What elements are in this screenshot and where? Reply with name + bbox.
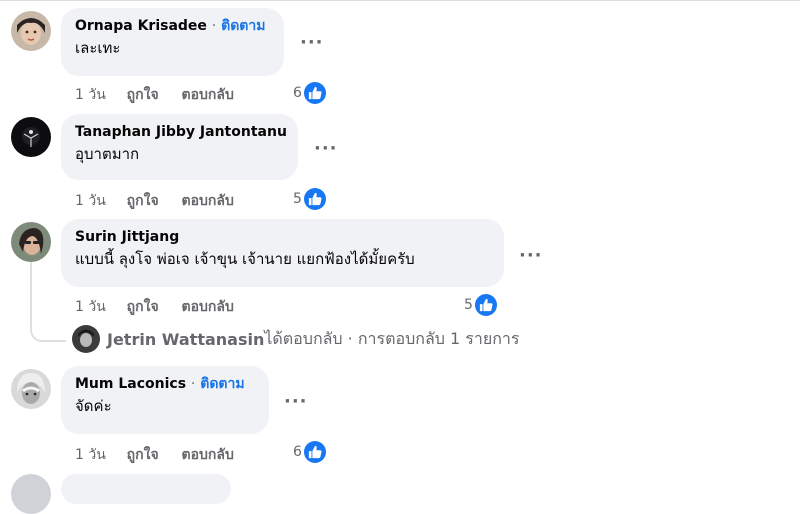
comment-actions: 1 วัน ถูกใจ ตอบกลับ — [75, 190, 252, 212]
reaction-count[interactable]: 6 — [293, 441, 326, 463]
timestamp[interactable]: 1 วัน — [75, 87, 106, 103]
like-count: 5 — [293, 191, 302, 207]
reply-button[interactable]: ตอบกลับ — [182, 87, 234, 103]
reply-button[interactable]: ตอบกลับ — [182, 447, 234, 463]
like-thumb-icon — [303, 82, 326, 104]
reply-summary: ได้ตอบกลับ · การตอบกลับ 1 รายการ — [264, 328, 520, 348]
avatar[interactable] — [11, 11, 51, 51]
reply-button[interactable]: ตอบกลับ — [182, 299, 234, 315]
commenter-name[interactable]: Tanaphan Jibby Jantontanu — [75, 124, 287, 140]
commenter-name[interactable]: Ornapa Krisadee — [75, 18, 207, 34]
timestamp[interactable]: 1 วัน — [75, 299, 106, 315]
more-options-icon[interactable]: ··· — [519, 247, 543, 265]
like-thumb-icon — [303, 188, 326, 210]
more-options-icon[interactable]: ··· — [284, 393, 308, 411]
avatar[interactable] — [11, 222, 51, 262]
reply-author: Jetrin Wattanasin — [107, 329, 265, 349]
reply-avatar — [72, 325, 100, 353]
timestamp[interactable]: 1 วัน — [75, 447, 106, 463]
comment-bubble: Mum Laconics · ติดตาม จัดค่ะ — [61, 366, 269, 434]
comment-text: แบบนี้ ลุงโจ พ่อเจ เจ้าขุน เจ้านาย แยกฟ้… — [75, 250, 415, 268]
like-count: 5 — [464, 297, 473, 313]
top-divider — [0, 0, 800, 1]
comment-actions: 1 วัน ถูกใจ ตอบกลับ — [75, 296, 252, 318]
comment-text: จัดค่ะ — [75, 397, 112, 415]
comment-bubble: Tanaphan Jibby Jantontanu อุบาตมาก — [61, 114, 298, 180]
separator: · — [190, 376, 196, 392]
separator: · — [211, 18, 217, 34]
reaction-count[interactable]: 6 — [293, 82, 326, 104]
like-count: 6 — [293, 444, 302, 460]
like-thumb-icon — [474, 294, 497, 316]
like-button[interactable]: ถูกใจ — [127, 447, 159, 463]
more-options-icon[interactable]: ··· — [300, 34, 324, 52]
comment-bubble: Ornapa Krisadee · ติดตาม เละเทะ — [61, 8, 284, 76]
like-count: 6 — [293, 85, 302, 101]
comment-text: เละเทะ — [75, 39, 121, 57]
like-button[interactable]: ถูกใจ — [127, 87, 159, 103]
follow-link[interactable]: ติดตาม — [200, 376, 244, 392]
view-replies-link[interactable]: Jetrin Wattanasin ได้ตอบกลับ · การตอบกลั… — [72, 325, 519, 353]
avatar[interactable] — [11, 474, 51, 514]
like-button[interactable]: ถูกใจ — [127, 193, 159, 209]
comment-bubble: Surin Jittjang แบบนี้ ลุงโจ พ่อเจ เจ้าขุ… — [61, 219, 504, 287]
avatar[interactable] — [11, 369, 51, 409]
comment-actions: 1 วัน ถูกใจ ตอบกลับ — [75, 444, 252, 466]
reaction-count[interactable]: 5 — [464, 294, 497, 316]
more-options-icon[interactable]: ··· — [314, 140, 338, 158]
commenter-name[interactable]: Mum Laconics — [75, 376, 186, 392]
thread-line — [30, 262, 32, 330]
follow-link[interactable]: ติดตาม — [221, 18, 265, 34]
comment-actions: 1 วัน ถูกใจ ตอบกลับ — [75, 84, 252, 106]
avatar[interactable] — [11, 117, 51, 157]
commenter-name[interactable]: Surin Jittjang — [75, 229, 179, 245]
thread-connector — [30, 328, 66, 342]
reaction-count[interactable]: 5 — [293, 188, 326, 210]
like-button[interactable]: ถูกใจ — [127, 299, 159, 315]
reply-button[interactable]: ตอบกลับ — [182, 193, 234, 209]
comment-bubble — [61, 474, 231, 504]
comment-text: อุบาตมาก — [75, 145, 140, 163]
like-thumb-icon — [303, 441, 326, 463]
timestamp[interactable]: 1 วัน — [75, 193, 106, 209]
